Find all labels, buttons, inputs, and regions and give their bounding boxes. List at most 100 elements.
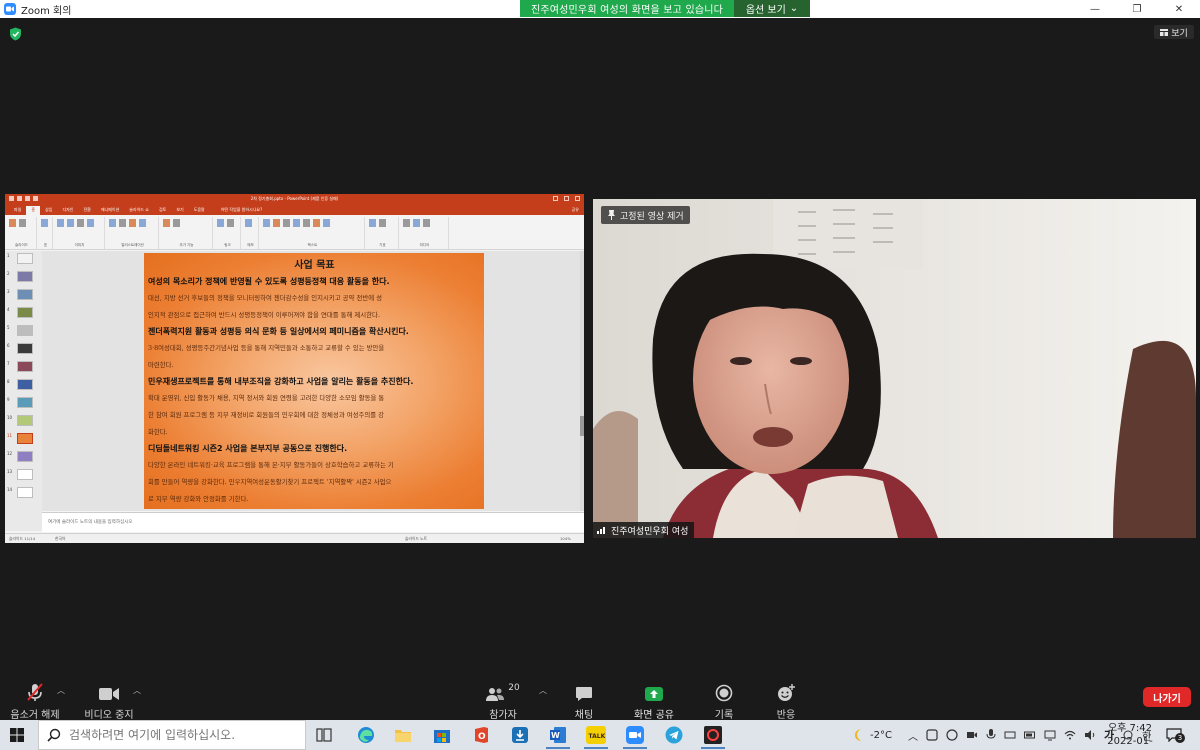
ppt-slide-canvas[interactable]: 사업 목표 여성의 목소리가 정책에 반영될 수 있도록 성평등정책 대응 활동… [42,251,580,511]
tray-zoom-icon[interactable] [966,729,978,741]
taskbar-search-box[interactable] [38,720,306,750]
close-button[interactable]: ✕ [1158,0,1200,18]
ribbon-group-table[interactable]: 표 [39,217,53,249]
ppt-tab-home[interactable]: 홈 [26,206,41,215]
record-button[interactable]: 기록 [710,682,738,721]
microsoft-store-icon[interactable] [432,725,452,745]
ribbon-group-links[interactable]: 링크 [215,217,241,249]
stop-video-button[interactable]: 비디오 중지 [84,682,134,721]
app-store-helper-icon[interactable] [510,725,530,745]
participants-button[interactable]: 20 참가자 [483,682,523,721]
ribbon-group-addins[interactable]: 추가 기능 [161,217,213,249]
tray-cloud-icon[interactable] [946,729,958,741]
ppt-vertical-scrollbar[interactable] [580,251,584,511]
office-icon[interactable]: O [471,725,491,745]
ppt-share-button[interactable]: 공유 [567,206,584,215]
slide-thumbnail[interactable] [17,379,33,390]
ppt-tell-me[interactable]: 어떤 작업을 원하시나요? [216,206,267,215]
minimize-button[interactable]: — [1074,0,1116,18]
slide-thumbnail-selected[interactable] [17,433,33,444]
taskbar-clock[interactable]: 오후 7:42 2022-01-14 [1102,722,1158,750]
notification-center-icon[interactable]: 3 [1166,727,1185,743]
slide-thumbnail[interactable] [17,469,33,480]
remove-pinned-video-button[interactable]: 고정된 영상 제거 [601,206,690,224]
kakaotalk-icon[interactable]: TALK [586,725,606,745]
media-app-icon[interactable] [703,725,723,745]
volume-icon[interactable] [1084,729,1096,741]
slide-thumbnail[interactable] [17,415,33,426]
windows-start-icon[interactable] [10,728,24,742]
ribbon-group-symbols[interactable]: 기호 [367,217,399,249]
ppt-tab-design[interactable]: 디자인 [57,206,78,215]
edge-browser-icon[interactable] [356,725,376,745]
video-options-chevron-up-icon[interactable]: ︿ [133,685,141,696]
slide-thumbnail[interactable] [17,307,33,318]
word-icon[interactable]: W [548,725,568,745]
zoom-taskbar-icon[interactable] [625,725,645,745]
reactions-button[interactable]: 반응 [772,682,800,721]
ppt-tab-help[interactable]: 도움말 [189,206,210,215]
file-explorer-icon[interactable] [393,725,413,745]
slide-thumbnail[interactable] [17,289,33,300]
wifi-icon[interactable] [1064,729,1076,741]
participant-video-tile[interactable]: 고정된 영상 제거 진주여성민우회 여성 [593,199,1196,538]
ppt-tab-transitions[interactable]: 전환 [78,206,95,215]
ribbon-group-illustrations[interactable]: 일러스트레이션 [107,217,159,249]
ribbon-group-media[interactable]: 미디어 [401,217,449,249]
ppt-tab-animations[interactable]: 애니메이션 [96,206,124,215]
ppt-tab-file[interactable]: 파일 [9,206,26,215]
view-layout-label: 보기 [1171,28,1188,39]
leave-meeting-button[interactable]: 나가기 [1143,687,1191,707]
ppt-tab-slideshow[interactable]: 슬라이드 쇼 [124,206,154,215]
slide-thumbnail[interactable] [17,487,33,498]
slide-heading-2: 젠더폭력지원 활동과 성평등 의식 문화 등 일상에서의 페미니즘을 확산시킨다… [148,327,409,336]
status-language[interactable]: 한국어 [55,536,65,542]
ppt-tab-insert[interactable]: 삽입 [40,206,57,215]
ppt-menu-tabs: 파일 홈 삽입 디자인 전환 애니메이션 슬라이드 쇼 검토 보기 도움말 어떤… [5,204,584,215]
weather-widget[interactable]: -2°C [852,720,892,750]
tray-chevron-up-icon[interactable]: ︿ [908,728,918,743]
ppt-tab-view[interactable]: 보기 [171,206,188,215]
view-layout-button[interactable]: 보기 [1154,25,1194,39]
current-slide[interactable]: 사업 목표 여성의 목소리가 정책에 반영될 수 있도록 성평등정책 대응 활동… [144,253,484,509]
slide-thumbnail[interactable] [17,253,33,264]
slide-thumbnail[interactable] [17,397,33,408]
slide-thumbnail[interactable] [17,451,33,462]
telegram-icon[interactable] [664,725,684,745]
notes-placeholder: 여기에 슬라이드 노트의 내용을 입력하십시오 [48,520,133,525]
unmute-button[interactable]: 음소거 해제 [10,682,60,721]
shared-screen-powerpoint[interactable]: 2차 정기총회.pptx - PowerPoint (제품 인증 실패) 파일 … [5,194,584,543]
scroll-thumb[interactable] [580,416,584,436]
tray-microphone-icon[interactable] [986,729,996,741]
audio-options-chevron-up-icon[interactable]: ︿ [57,685,65,696]
taskbar-search-input[interactable] [69,728,289,742]
tray-keyboard-icon[interactable] [1004,729,1016,741]
pin-icon [608,210,615,220]
reactions-emoji-icon [778,684,795,701]
status-zoom-level[interactable]: 104% [560,536,571,541]
status-notes-toggle[interactable]: 슬라이드 노트 [405,536,427,542]
clock-time: 오후 7:42 [1107,723,1153,734]
ribbon-group-text[interactable]: 텍스트 [261,217,365,249]
task-view-icon[interactable] [314,725,334,745]
maximize-button[interactable]: ❐ [1116,0,1158,18]
slide-thumbnail[interactable] [17,325,33,336]
ribbon-group-comments[interactable]: 메모 [243,217,259,249]
tray-display-icon[interactable] [1044,729,1056,741]
ribbon-group-images[interactable]: 이미지 [55,217,105,249]
slide-thumbnail[interactable] [17,361,33,372]
slide-heading-4: 디딤돌네트워킹 시즌2 사업을 본부지부 공동으로 진행한다. [148,444,348,453]
ppt-tab-review[interactable]: 검토 [154,206,171,215]
tray-app-icon[interactable] [926,729,938,741]
participants-chevron-up-icon[interactable]: ︿ [539,685,547,696]
ribbon-group-slides[interactable]: 슬라이드 [7,217,37,249]
chat-button[interactable]: 채팅 [568,682,600,721]
security-shield-icon[interactable] [9,27,22,41]
battery-icon[interactable] [1024,729,1036,741]
share-screen-button[interactable]: 화면 공유 [630,682,678,721]
ppt-notes-pane[interactable]: 여기에 슬라이드 노트의 내용을 입력하십시오 [42,512,584,532]
view-options-button[interactable]: 옵션 보기 ⌄ [734,0,810,17]
ppt-slide-thumbnails[interactable]: 1 2 3 4 5 6 7 8 9 10 11 12 13 14 [5,251,42,531]
slide-thumbnail[interactable] [17,271,33,282]
slide-thumbnail[interactable] [17,343,33,354]
